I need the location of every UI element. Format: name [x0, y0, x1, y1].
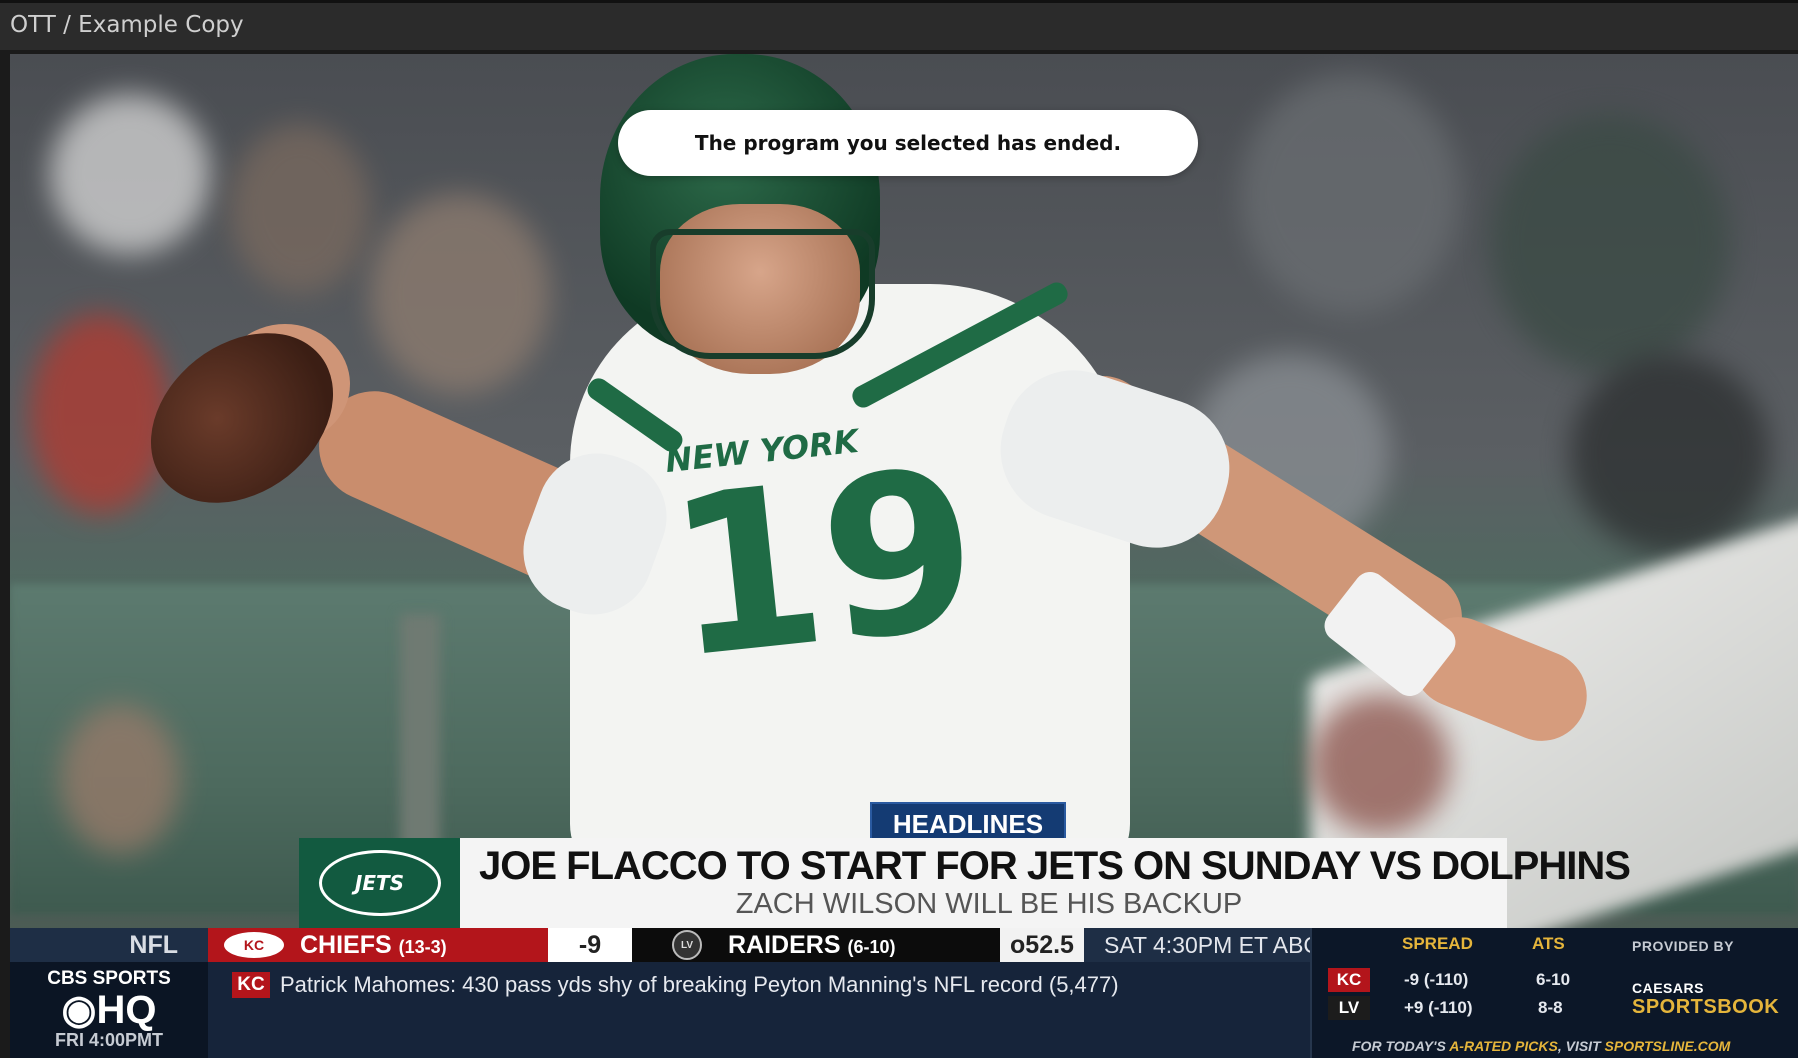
- picks-mid: , VISIT: [1557, 1038, 1605, 1054]
- brand-show-label: HQ: [96, 988, 157, 1032]
- odds-team-tag: LV: [1328, 996, 1370, 1020]
- crowd-blur: [1310, 694, 1450, 834]
- headline-sub: ZACH WILSON WILL BE HIS BACKUP: [735, 888, 1243, 920]
- odds-ats: 6-10: [1536, 970, 1571, 989]
- spread-value: -9: [548, 928, 632, 962]
- headlines-tag: HEADLINES: [870, 802, 1066, 842]
- picks-highlight: A-RATED PICKS: [1449, 1038, 1558, 1054]
- cbs-eye-icon: ◉: [61, 988, 97, 1032]
- home-team-label: CHIEFS: [300, 931, 392, 959]
- raiders-logo-icon: LV: [672, 930, 702, 960]
- player-facemask: [650, 229, 875, 359]
- cbs-sports-hq-logo: CBS SPORTS ◉HQ FRI 4:00PMT: [10, 962, 208, 1058]
- jets-logo-text: JETS: [354, 871, 405, 895]
- crowd-blur: [1490, 114, 1730, 374]
- brand-time: FRI 4:00PMT: [54, 1030, 164, 1050]
- brand-network: CBS SPORTS: [47, 968, 171, 989]
- game-time: SAT 4:30PM ET ABC: [1104, 932, 1321, 958]
- odds-header-ats: ATS: [1532, 934, 1565, 953]
- program-ended-toast: The program you selected has ended.: [618, 110, 1198, 176]
- odds-team-tag: KC: [1328, 968, 1370, 992]
- league-label: NFL: [129, 931, 178, 959]
- news-team-tag: KC: [232, 972, 270, 998]
- score-row: NFL KC CHIEFS (13-3) -9 LV RAIDERS (6-10…: [10, 928, 1320, 962]
- away-team-name: RAIDERS (6-10): [728, 928, 895, 962]
- provided-by-label: PROVIDED BY: [1632, 938, 1734, 954]
- picks-promo: FOR TODAY'S A-RATED PICKS, VISIT SPORTSL…: [1352, 1038, 1730, 1054]
- picks-prefix: FOR TODAY'S: [1352, 1038, 1450, 1054]
- away-team-label: RAIDERS: [728, 931, 841, 959]
- away-team: LV RAIDERS (6-10): [632, 928, 1000, 962]
- crowd-blur: [1240, 74, 1460, 314]
- odds-header-spread: SPREAD: [1402, 934, 1473, 953]
- crowd-blur: [370, 194, 550, 394]
- toast-message: The program you selected has ended.: [694, 131, 1122, 155]
- video-player[interactable]: NEW YORK 19 The program you selected has…: [10, 54, 1798, 1058]
- window-title: OTT / Example Copy: [10, 12, 244, 38]
- home-team: KC CHIEFS (13-3): [208, 928, 548, 962]
- jersey-number: 19: [657, 420, 989, 708]
- odds-panel: SPREAD ATS PROVIDED BY KC -9 (-110) 6-10…: [1310, 928, 1798, 1058]
- crowd-blur: [60, 704, 180, 854]
- crowd-blur: [230, 124, 370, 294]
- sponsor-caesars: CAESARS: [1632, 980, 1704, 996]
- chiefs-logo-icon: KC: [224, 932, 284, 958]
- odds-ats: 8-8: [1538, 998, 1563, 1017]
- raiders-logo-text: LV: [680, 939, 694, 951]
- news-row: KC Patrick Mahomes: 430 pass yds shy of …: [208, 962, 1310, 1058]
- news-text: Patrick Mahomes: 430 pass yds shy of bre…: [280, 972, 1119, 997]
- sponsor-sportsbook: SPORTSBOOK: [1632, 996, 1780, 1018]
- score-ticker: NFL KC CHIEFS (13-3) -9 LV RAIDERS (6-10…: [10, 928, 1798, 1058]
- headline-main: JOE FLACCO TO START FOR JETS ON SUNDAY V…: [479, 844, 1631, 888]
- jets-logo-oval: JETS: [318, 850, 441, 916]
- jets-logo: JETS: [299, 838, 460, 928]
- crowd-blur: [1570, 354, 1770, 554]
- headline-box: JETS JOE FLACCO TO START FOR JETS ON SUN…: [299, 838, 1631, 928]
- away-team-record: (6-10): [847, 937, 896, 957]
- window-titlebar: OTT / Example Copy: [0, 0, 1798, 50]
- football: [117, 298, 367, 538]
- crowd-blur: [30, 314, 170, 514]
- brand-show: ◉HQ: [10, 990, 208, 1030]
- home-team-record: (13-3): [398, 937, 447, 957]
- total-value: o52.5: [1000, 928, 1084, 962]
- odds-spread: +9 (-110): [1404, 998, 1473, 1017]
- chiefs-logo-text: KC: [243, 937, 265, 953]
- home-team-name: CHIEFS (13-3): [300, 928, 447, 962]
- odds-spread: -9 (-110): [1404, 970, 1469, 989]
- picks-site: SPORTSLINE.COM: [1604, 1038, 1731, 1054]
- crowd-blur: [50, 94, 210, 254]
